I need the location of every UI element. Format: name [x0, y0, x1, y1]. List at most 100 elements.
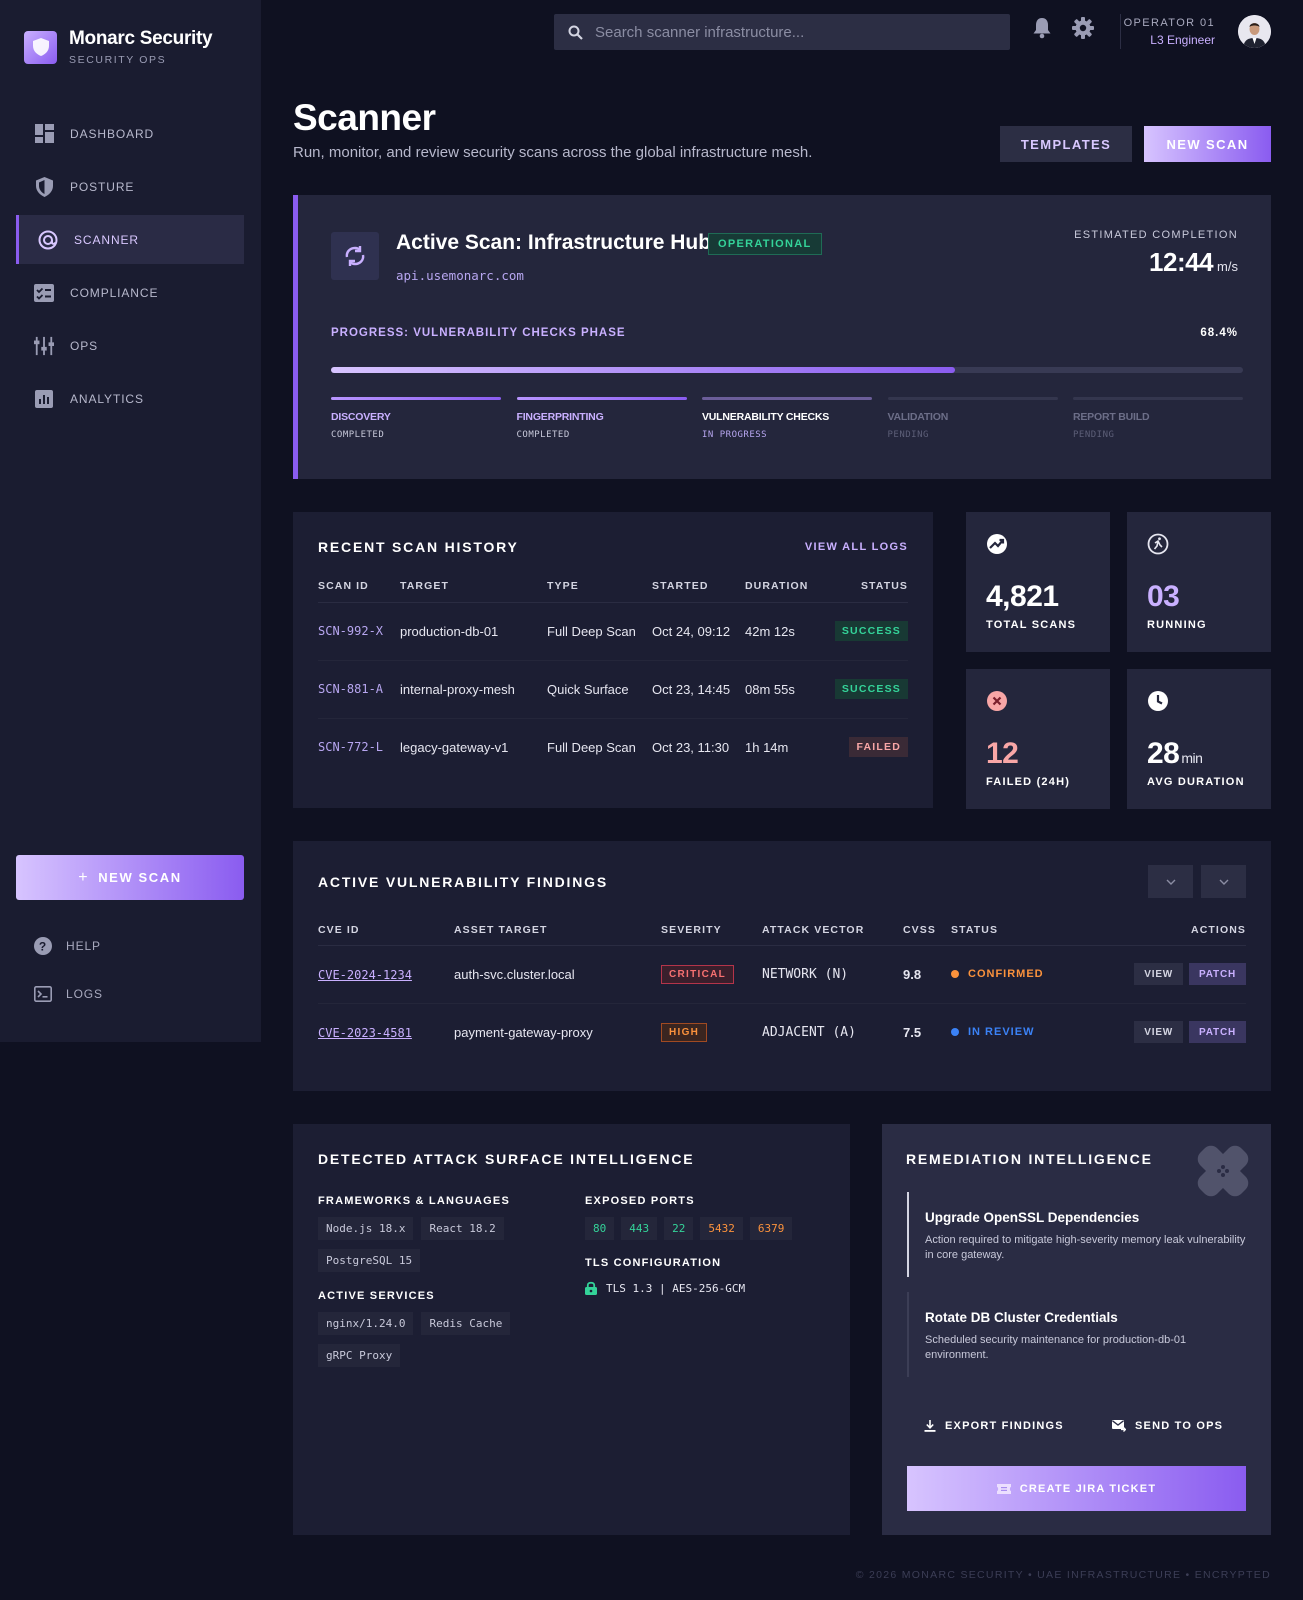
- scan-started: Oct 23, 11:30: [652, 739, 730, 755]
- column-header[interactable]: SEVERITY: [661, 921, 762, 946]
- remediation-item-title: Upgrade OpenSSL Dependencies: [925, 1210, 1140, 1225]
- ticket-icon: [996, 1483, 1011, 1494]
- frameworks-tag-list: Node.js 18.x React 18.2 PostgreSQL 15: [318, 1217, 568, 1281]
- sidebar-item-posture[interactable]: POSTURE: [16, 162, 244, 211]
- phase-name: REPORT BUILD: [1073, 411, 1150, 423]
- tls-label: TLS CONFIGURATION: [585, 1257, 722, 1269]
- view-all-logs-link[interactable]: VIEW ALL LOGS: [805, 541, 908, 553]
- gear-icon[interactable]: [1072, 17, 1094, 39]
- services-tag-list: nginx/1.24.0 Redis Cache gRPC Proxy: [318, 1312, 568, 1376]
- filter-dropdown[interactable]: [1148, 865, 1193, 898]
- scan-type: Full Deep Scan: [547, 602, 652, 661]
- logs-link[interactable]: LOGS: [34, 986, 103, 1002]
- patch-button[interactable]: PATCH: [1189, 963, 1246, 985]
- table-row[interactable]: SCN-881-A internal-proxy-mesh Quick Surfac…: [318, 660, 908, 719]
- avatar[interactable]: [1238, 15, 1271, 48]
- cve-link[interactable]: CVE-2024-1234: [318, 968, 412, 982]
- severity-badge: CRITICAL: [661, 964, 735, 984]
- vuln-status-label: IN REVIEW: [968, 1026, 1035, 1039]
- column-header[interactable]: TARGET: [400, 576, 547, 603]
- column-header[interactable]: SCAN ID: [318, 576, 400, 603]
- column-header[interactable]: STATUS: [951, 921, 1081, 946]
- actions-cell: VIEW PATCH: [1080, 945, 1246, 1004]
- export-findings-button[interactable]: EXPORT FINDINGS: [924, 1420, 1064, 1432]
- table-row[interactable]: CVE-2023-4581 payment-gateway-proxy HIGH AD…: [318, 1003, 1246, 1061]
- brand-subtitle: SECURITY OPS: [69, 54, 167, 66]
- severity-badge: HIGH: [661, 1022, 708, 1042]
- send-to-ops-button[interactable]: SEND TO OPS: [1112, 1420, 1223, 1432]
- column-header[interactable]: STARTED: [652, 576, 745, 603]
- patch-button[interactable]: PATCH: [1189, 1021, 1246, 1044]
- asset-target: payment-gateway-proxy: [454, 1024, 593, 1040]
- remediation-item[interactable]: Upgrade OpenSSL Dependencies Action requ…: [907, 1192, 1247, 1277]
- attack-surface-title: DETECTED ATTACK SURFACE INTELLIGENCE: [318, 1151, 695, 1167]
- remediation-item-description: Action required to mitigate high-severit…: [925, 1234, 1246, 1261]
- scan-type: Quick Surface: [547, 660, 652, 719]
- sidebar: Monarc Security SECURITY OPS DASHBOARD P…: [0, 0, 261, 1042]
- scan-id[interactable]: SCN-992-X: [318, 602, 400, 661]
- sidebar-new-scan-button[interactable]: + NEW SCAN: [16, 855, 244, 900]
- column-header[interactable]: ATTACK VECTOR: [762, 921, 903, 946]
- scan-history-title: RECENT SCAN HISTORY: [318, 539, 519, 555]
- stat-label: RUNNING: [1147, 619, 1207, 631]
- search-bar[interactable]: [554, 14, 1010, 50]
- sidebar-item-scanner[interactable]: SCANNER: [16, 215, 244, 264]
- port-tag: 22: [664, 1217, 694, 1240]
- table-row[interactable]: SCN-992-X production-db-01 Full Deep Scan O…: [318, 602, 908, 661]
- ports-tag-list: 80 443 22 5432 6379: [585, 1217, 835, 1240]
- vulnerability-table: CVE ID ASSET TARGET SEVERITY ATTACK VECT…: [318, 921, 1246, 1061]
- stat-label: TOTAL SCANS: [986, 619, 1077, 631]
- remediation-item[interactable]: Rotate DB Cluster Credentials Scheduled …: [907, 1292, 1247, 1377]
- table-row[interactable]: SCN-772-L legacy-gateway-v1 Full Deep Scan…: [318, 718, 908, 776]
- asset-target: auth-svc.cluster.local: [454, 945, 661, 1004]
- sort-dropdown[interactable]: [1201, 865, 1246, 898]
- column-header[interactable]: CVSS: [903, 921, 951, 946]
- scan-id[interactable]: SCN-881-A: [318, 660, 400, 719]
- sidebar-item-ops[interactable]: OPS: [16, 321, 244, 370]
- cve-link[interactable]: CVE-2023-4581: [318, 1026, 412, 1040]
- stat-value: 03: [1147, 580, 1180, 613]
- phase-name: VALIDATION: [887, 411, 949, 423]
- create-jira-ticket-button[interactable]: CREATE JIRA TICKET: [907, 1466, 1246, 1511]
- operator-role: L3 Engineer: [1150, 33, 1215, 47]
- view-button[interactable]: VIEW: [1134, 963, 1184, 985]
- search-icon: [568, 25, 583, 40]
- tag: Node.js 18.x: [318, 1217, 414, 1240]
- port-tag: 80: [585, 1217, 615, 1240]
- port-tag: 5432: [700, 1217, 743, 1240]
- phase-item: VULNERABILITY CHECKS IN PROGRESS: [702, 397, 872, 440]
- phase-name: DISCOVERY: [331, 411, 391, 423]
- scan-target: production-db-01: [400, 602, 547, 661]
- scan-history-card: RECENT SCAN HISTORY VIEW ALL LOGS SCAN I…: [293, 512, 933, 808]
- shield-icon: [34, 176, 54, 197]
- active-scan-card: Active Scan: Infrastructure Hub OPERATIO…: [293, 195, 1271, 479]
- column-header[interactable]: STATUS: [820, 576, 908, 603]
- scan-id[interactable]: SCN-772-L: [318, 718, 400, 776]
- new-scan-button[interactable]: NEW SCAN: [1144, 126, 1271, 162]
- search-input[interactable]: [595, 23, 995, 41]
- help-icon: ?: [34, 937, 52, 955]
- column-header[interactable]: ASSET TARGET: [454, 921, 661, 946]
- sidebar-item-dashboard[interactable]: DASHBOARD: [16, 109, 244, 158]
- sidebar-item-compliance[interactable]: COMPLIANCE: [16, 268, 244, 317]
- view-button[interactable]: VIEW: [1134, 1021, 1184, 1044]
- sidebar-item-analytics[interactable]: ANALYTICS: [16, 374, 244, 423]
- templates-button[interactable]: TEMPLATES: [1000, 126, 1132, 162]
- column-header[interactable]: DURATION: [745, 576, 821, 603]
- bell-icon[interactable]: [1032, 17, 1052, 39]
- brand[interactable]: Monarc Security SECURITY OPS: [24, 28, 213, 66]
- status-badge: SUCCESS: [834, 679, 908, 699]
- column-header[interactable]: TYPE: [547, 576, 652, 603]
- help-link[interactable]: ? HELP: [34, 937, 101, 955]
- table-row[interactable]: CVE-2024-1234 auth-svc.cluster.local CRITI…: [318, 945, 1246, 1004]
- cve-cell: CVE-2024-1234: [318, 945, 454, 1004]
- scan-status-cell: SUCCESS: [820, 660, 908, 719]
- scan-type: Full Deep Scan: [547, 739, 636, 755]
- download-icon: [924, 1420, 936, 1432]
- column-header[interactable]: CVE ID: [318, 921, 454, 946]
- sync-icon: [331, 232, 379, 280]
- progress-bar-fill: [331, 367, 955, 373]
- scan-duration: 1h 14m: [745, 739, 789, 755]
- column-header: ACTIONS: [1080, 921, 1246, 946]
- operator-info[interactable]: OPERATOR 01 L3 Engineer: [1124, 17, 1215, 47]
